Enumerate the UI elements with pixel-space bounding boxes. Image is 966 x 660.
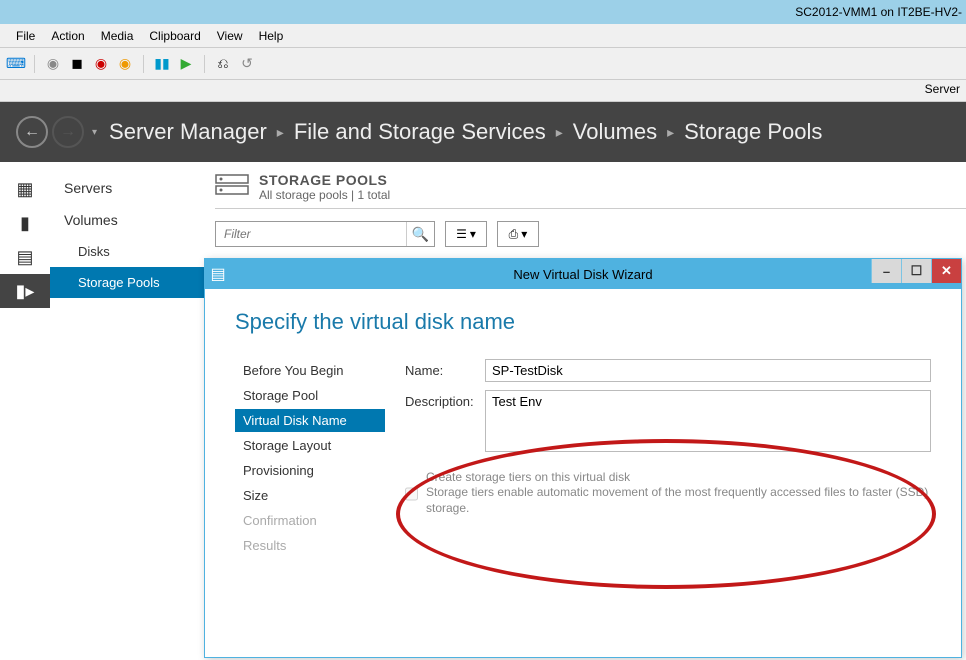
name-row: Name:: [405, 359, 931, 382]
wiznav-virtual-disk-name[interactable]: Virtual Disk Name: [235, 409, 385, 432]
breadcrumb: Server Manager ▸ File and Storage Servic…: [109, 119, 822, 145]
vm-title-text: SC2012-VMM1 on IT2BE-HV2-: [795, 5, 962, 19]
dashboard-icon[interactable]: ▦: [0, 172, 50, 206]
filter-options-button[interactable]: ☰▾: [445, 221, 487, 247]
minimize-button[interactable]: –: [871, 259, 901, 283]
filter-row: 🔍 ☰▾ ⎙▾: [215, 221, 966, 247]
list-icon: ☰: [456, 227, 467, 241]
toolbar-separator: [143, 55, 144, 73]
menu-media[interactable]: Media: [93, 27, 142, 45]
wizard-body: Specify the virtual disk name Before You…: [205, 289, 961, 657]
close-button[interactable]: ✕: [931, 259, 961, 283]
server-label: Server: [925, 82, 960, 96]
shutdown-icon[interactable]: ◉: [91, 54, 111, 74]
chevron-right-icon: ▸: [667, 124, 674, 141]
name-label: Name:: [405, 359, 485, 382]
wizard-titlebar[interactable]: ▤ New Virtual Disk Wizard – ☐ ✕: [205, 259, 961, 289]
description-label: Description:: [405, 390, 485, 452]
pool-title: STORAGE POOLS: [259, 172, 390, 188]
disk-name-input[interactable]: [485, 359, 931, 382]
breadcrumb-volumes[interactable]: Volumes: [573, 119, 657, 145]
storage-tiers-checkbox[interactable]: [405, 472, 418, 516]
storage-tier-block: Create storage tiers on this virtual dis…: [405, 470, 931, 516]
stop-icon[interactable]: ◼: [67, 54, 87, 74]
pause-icon[interactable]: ▮▮: [152, 54, 172, 74]
nav-forward-button: →: [52, 116, 84, 148]
maximize-button[interactable]: ☐: [901, 259, 931, 283]
storage-pool-icon: [215, 172, 249, 200]
breadcrumb-services[interactable]: File and Storage Services: [294, 119, 546, 145]
reset-icon[interactable]: ▶: [176, 54, 196, 74]
description-row: Description: Test Env: [405, 390, 931, 452]
filter-box: 🔍: [215, 221, 435, 247]
chevron-down-icon: ▾: [470, 227, 476, 241]
menu-file[interactable]: File: [8, 27, 43, 45]
save-icon[interactable]: ◉: [115, 54, 135, 74]
nav-storage-pools[interactable]: Storage Pools: [50, 267, 205, 298]
storage-tiers-label: Create storage tiers on this virtual dis…: [426, 470, 931, 484]
pool-subtitle: All storage pools | 1 total: [259, 188, 390, 202]
nav-back-button[interactable]: ←: [16, 116, 48, 148]
vm-titlebar: SC2012-VMM1 on IT2BE-HV2-: [0, 0, 966, 24]
start-icon[interactable]: ◉: [43, 54, 63, 74]
breadcrumb-pools[interactable]: Storage Pools: [684, 119, 822, 145]
disk-icon: ⎙: [509, 227, 519, 242]
menu-view[interactable]: View: [209, 27, 251, 45]
wiznav-storage-layout[interactable]: Storage Layout: [235, 434, 385, 457]
filter-input[interactable]: [216, 222, 406, 246]
wiznav-before-you-begin[interactable]: Before You Begin: [235, 359, 385, 382]
chevron-right-icon: ▸: [277, 124, 284, 141]
wizard-form: Name: Description: Test Env Create stora…: [405, 359, 931, 647]
menu-clipboard[interactable]: Clipboard: [141, 27, 208, 45]
server-bar: Server: [0, 80, 966, 102]
wizard-heading: Specify the virtual disk name: [235, 309, 931, 335]
nav-icon-rail: ▦ ▮ ▤ ▮▸: [0, 162, 50, 660]
wiznav-results: Results: [235, 534, 385, 557]
nav-panel: Servers Volumes Disks Storage Pools: [50, 162, 205, 660]
wizard-title: New Virtual Disk Wizard: [205, 267, 961, 282]
breadcrumb-app[interactable]: Server Manager: [109, 119, 267, 145]
toolbar-separator: [34, 55, 35, 73]
menu-help[interactable]: Help: [251, 27, 292, 45]
save-query-button[interactable]: ⎙▾: [497, 221, 539, 247]
menu-action[interactable]: Action: [43, 27, 92, 45]
nav-history-dropdown[interactable]: ▾: [92, 127, 97, 138]
local-server-icon[interactable]: ▮: [0, 206, 50, 240]
search-icon[interactable]: 🔍: [406, 222, 434, 246]
server-manager-header: ← → ▾ Server Manager ▸ File and Storage …: [0, 102, 966, 162]
new-virtual-disk-wizard: ▤ New Virtual Disk Wizard – ☐ ✕ Specify …: [204, 258, 962, 658]
nav-disks[interactable]: Disks: [50, 236, 205, 267]
toolbar-separator: [204, 55, 205, 73]
storage-tiers-description: Storage tiers enable automatic movement …: [426, 484, 931, 516]
file-storage-icon[interactable]: ▮▸: [0, 274, 50, 308]
checkpoint-icon[interactable]: ⎌: [213, 54, 233, 74]
wizard-window-controls: – ☐ ✕: [871, 259, 961, 283]
wiznav-confirmation: Confirmation: [235, 509, 385, 532]
chevron-down-icon: ▾: [521, 227, 527, 241]
wiznav-size[interactable]: Size: [235, 484, 385, 507]
disk-description-input[interactable]: Test Env: [485, 390, 931, 452]
vm-toolbar: ⌨ ◉ ◼ ◉ ◉ ▮▮ ▶ ⎌ ↺: [0, 48, 966, 80]
wiznav-provisioning[interactable]: Provisioning: [235, 459, 385, 482]
ctrl-alt-del-icon[interactable]: ⌨: [6, 54, 26, 74]
chevron-right-icon: ▸: [556, 124, 563, 141]
nav-volumes[interactable]: Volumes: [50, 204, 205, 236]
wizard-main: Before You Begin Storage Pool Virtual Di…: [235, 359, 931, 647]
menubar: File Action Media Clipboard View Help: [0, 24, 966, 48]
wiznav-storage-pool[interactable]: Storage Pool: [235, 384, 385, 407]
nav-servers[interactable]: Servers: [50, 172, 205, 204]
all-servers-icon[interactable]: ▤: [0, 240, 50, 274]
wizard-icon: ▤: [205, 259, 231, 289]
pool-header: STORAGE POOLS All storage pools | 1 tota…: [215, 172, 966, 209]
revert-icon[interactable]: ↺: [237, 54, 257, 74]
wizard-nav: Before You Begin Storage Pool Virtual Di…: [235, 359, 385, 647]
